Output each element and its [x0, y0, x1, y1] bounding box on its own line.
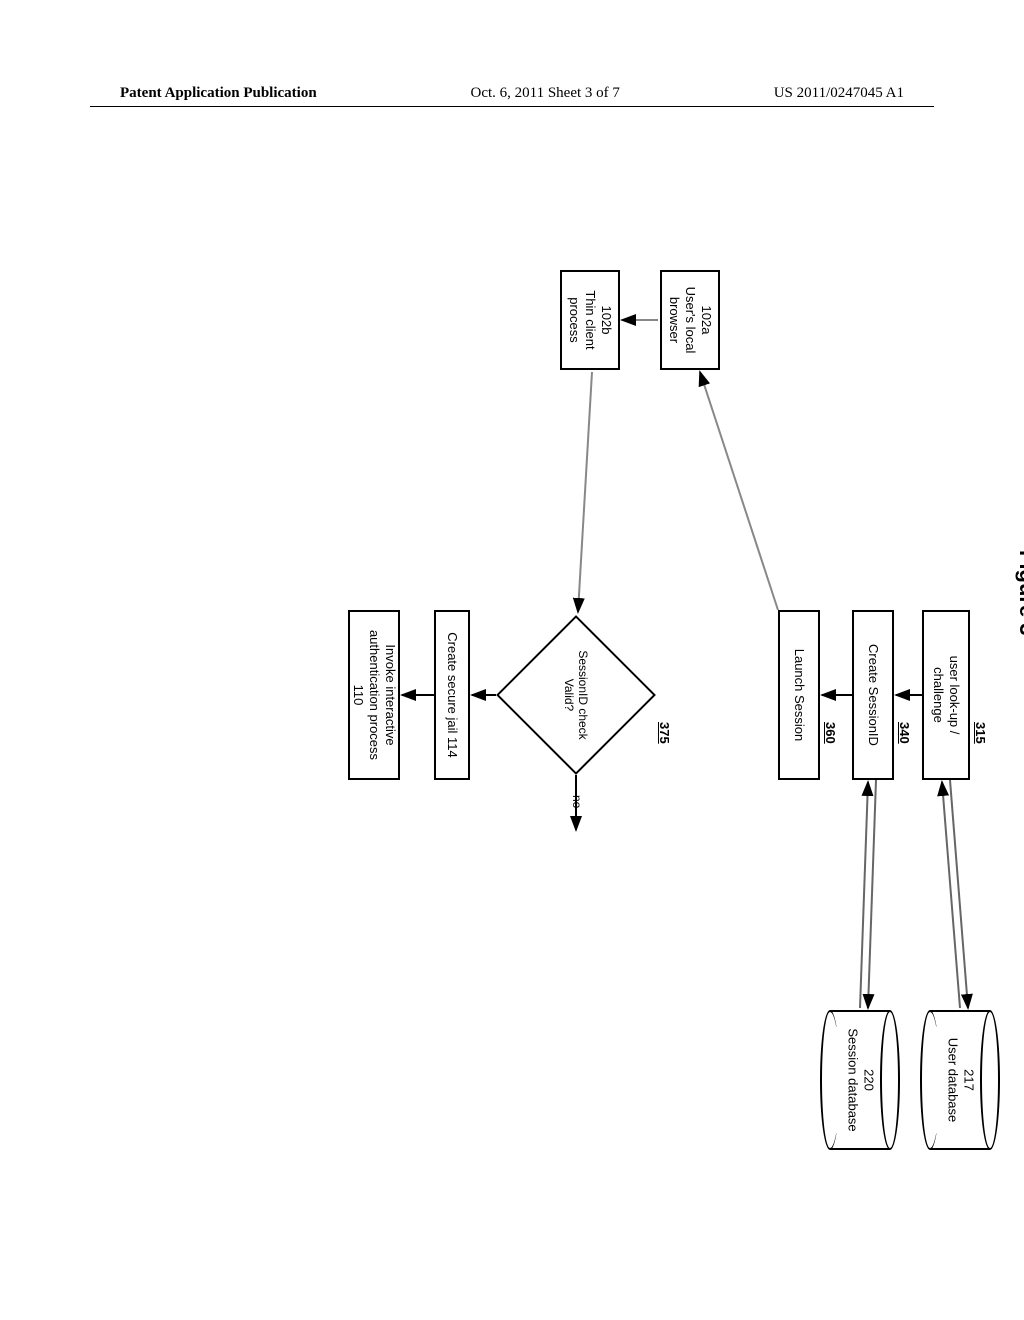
header-right: US 2011/0247045 A1: [774, 85, 904, 102]
box-launch-session-text: Launch Session: [791, 649, 807, 742]
page-header: Patent Application Publication Oct. 6, 2…: [90, 85, 934, 107]
box-launch-session: Launch Session: [778, 610, 820, 780]
box-thin-client-id: 102b: [598, 306, 614, 335]
ref-340: 340: [897, 722, 912, 744]
box-create-jail-text: Create secure jail 114: [444, 632, 460, 758]
header-left: Patent Application Publication: [120, 85, 317, 102]
db-session: 220 Session database: [820, 1010, 900, 1150]
box-create-jail: Create secure jail 114: [434, 610, 470, 780]
db-session-id: 220: [860, 1010, 876, 1150]
figure-diagram: Figure 3 315 340 360 375 user look-up / …: [100, 330, 920, 1090]
db-user: 217 User database: [920, 1010, 1000, 1150]
box-thin-client: 102b Thin client process: [560, 270, 620, 370]
box-user-lookup-text: user look-up / challenge: [930, 656, 963, 735]
label-no: no: [570, 795, 584, 808]
ref-360: 360: [823, 722, 838, 744]
ref-315: 315: [973, 722, 988, 744]
box-user-lookup: user look-up / challenge: [922, 610, 970, 780]
header-center: Oct. 6, 2011 Sheet 3 of 7: [470, 85, 619, 102]
box-invoke-auth-text: Invoke interactive authentication proces…: [350, 630, 399, 760]
box-create-sessionid: Create SessionID: [852, 610, 894, 780]
box-create-sessionid-text: Create SessionID: [865, 644, 881, 746]
db-session-text: Session database: [844, 1010, 860, 1150]
box-user-browser: 102a User's local browser: [660, 270, 720, 370]
box-thin-client-text: Thin client process: [566, 290, 599, 349]
box-user-browser-text: User's local browser: [666, 287, 699, 354]
ref-375: 375: [657, 722, 672, 744]
diamond-text: SessionID check Valid?: [562, 615, 590, 775]
box-invoke-auth: Invoke interactive authentication proces…: [348, 610, 400, 780]
diamond-sessionid-check: SessionID check Valid?: [496, 615, 656, 775]
db-user-id: 217: [960, 1010, 976, 1150]
db-user-text: User database: [944, 1010, 960, 1150]
box-user-browser-id: 102a: [698, 306, 714, 335]
connectors: [320, 250, 1024, 1190]
figure-title: Figure 3: [1014, 550, 1024, 636]
